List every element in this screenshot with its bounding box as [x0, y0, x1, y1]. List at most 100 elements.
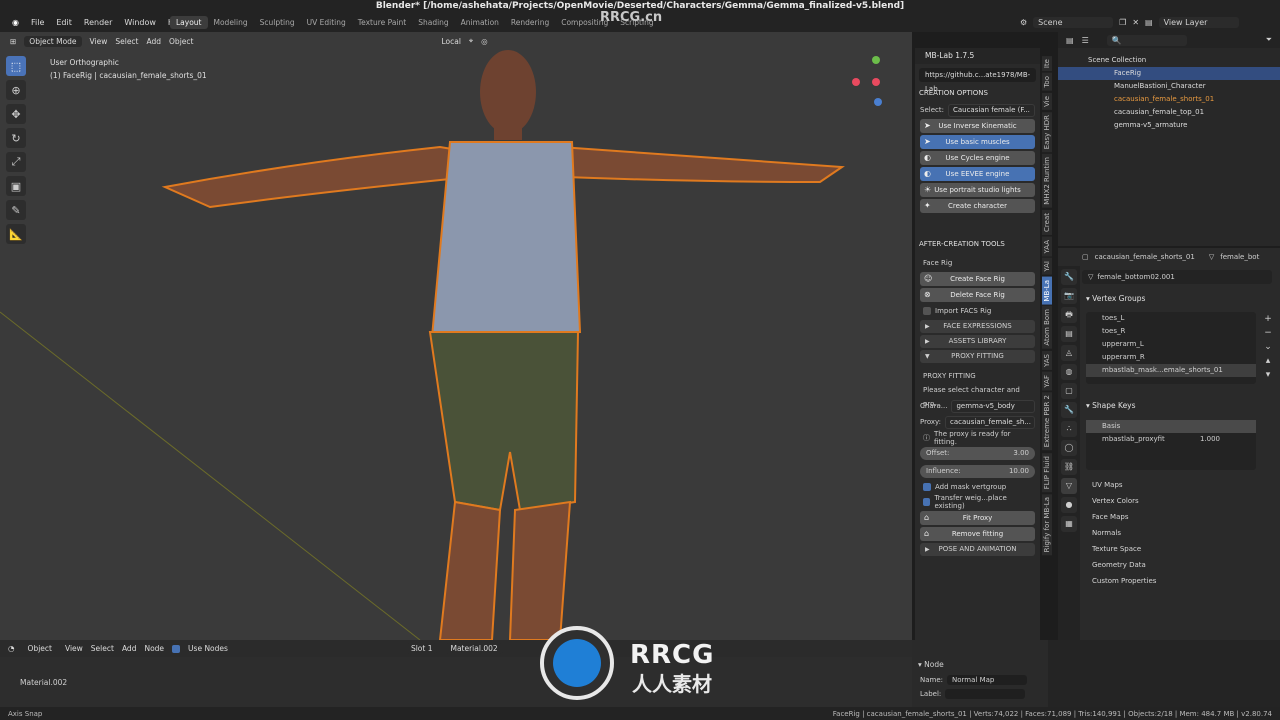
outliner-type-icon[interactable]: ▤: [1066, 36, 1074, 45]
proxy-dropdown[interactable]: cacausian_female_sh...: [945, 415, 1035, 429]
basic-muscles-button[interactable]: ➤ Use basic muscles: [920, 135, 1035, 149]
search-icon[interactable]: 🔍: [1106, 34, 1187, 46]
list-item[interactable]: mbastlab_mask...emale_shorts_01: [1086, 364, 1256, 377]
scale-icon[interactable]: ⤢: [6, 152, 26, 172]
creation-options-header[interactable]: CREATION OPTIONS: [915, 86, 1040, 101]
vp-menu-add[interactable]: Add: [147, 37, 162, 46]
outliner-item-armature[interactable]: gemma-v5_armature: [1058, 119, 1280, 132]
cursor-icon[interactable]: ⊕: [6, 80, 26, 100]
menu-render[interactable]: Render: [78, 18, 118, 27]
add-mask-checkbox[interactable]: Add mask vertgroup: [923, 481, 1032, 493]
texture-space-section[interactable]: Texture Space: [1082, 541, 1280, 557]
tab-mhx2[interactable]: MHX2 Runtim: [1042, 153, 1052, 208]
github-url[interactable]: https://github.c...ate1978/MB-Lab: [919, 68, 1036, 93]
list-item[interactable]: toes_R: [1086, 325, 1256, 338]
render-tab-icon[interactable]: 📷: [1061, 288, 1077, 304]
move-up-icon[interactable]: ▴: [1262, 354, 1274, 368]
character-dropdown[interactable]: Caucasian female (F...: [947, 103, 1035, 117]
tab-rigify-mblab[interactable]: Rigify for MB-La: [1042, 493, 1052, 556]
node-menu-select[interactable]: Select: [91, 644, 114, 653]
menu-file[interactable]: File: [25, 18, 50, 27]
tab-texture-paint[interactable]: Texture Paint: [352, 16, 412, 29]
remove-fitting-button[interactable]: ⌂ Remove fitting: [920, 527, 1035, 541]
orientation-dropdown[interactable]: Local: [441, 37, 460, 46]
chevron-down-icon[interactable]: ⌄: [1262, 340, 1274, 354]
after-creation-header[interactable]: AFTER-CREATION TOOLS: [915, 237, 1040, 252]
outliner-item-shorts[interactable]: cacausian_female_shorts_01: [1058, 93, 1280, 106]
proportional-icon[interactable]: ◎: [481, 37, 488, 46]
tab-shading[interactable]: Shading: [412, 16, 454, 29]
constraints-tab-icon[interactable]: ⛓: [1061, 459, 1077, 475]
object-tab-icon[interactable]: ▢: [1061, 383, 1077, 399]
tab-item[interactable]: Ite: [1042, 56, 1052, 72]
rotate-icon[interactable]: ↻: [6, 128, 26, 148]
move-down-icon[interactable]: ▾: [1262, 368, 1274, 382]
inverse-kinematic-button[interactable]: ➤ Use Inverse Kinematic: [920, 119, 1035, 133]
eevee-engine-button[interactable]: ◐ Use EEVEE engine: [920, 167, 1035, 181]
tab-yaf[interactable]: YAF: [1042, 371, 1052, 391]
tab-animation[interactable]: Animation: [455, 16, 505, 29]
transform-icon[interactable]: ▣: [6, 176, 26, 196]
mesh-data-tab-icon[interactable]: ▽: [1061, 478, 1077, 494]
geometry-data-section[interactable]: Geometry Data: [1082, 557, 1280, 573]
select-icon[interactable]: ⬚: [6, 56, 26, 76]
cycles-engine-button[interactable]: ◐ Use Cycles engine: [920, 151, 1035, 165]
create-face-rig-button[interactable]: ☺ Create Face Rig: [920, 272, 1035, 286]
snap-icon[interactable]: ⌖: [469, 36, 473, 46]
tab-uv-editing[interactable]: UV Editing: [301, 16, 352, 29]
scene-collection[interactable]: Scene Collection: [1058, 54, 1280, 67]
list-item[interactable]: mbastlab_proxyfit 1.000: [1086, 433, 1256, 446]
create-character-button[interactable]: ✦ Create character: [920, 199, 1035, 213]
fit-proxy-button[interactable]: ⌂ Fit Proxy: [920, 511, 1035, 525]
view-layer-tab-icon[interactable]: ▤: [1061, 326, 1077, 342]
node-menu-node[interactable]: Node: [144, 644, 164, 653]
vp-menu-view[interactable]: View: [90, 37, 108, 46]
delete-face-rig-button[interactable]: ⊗ Delete Face Rig: [920, 288, 1035, 302]
transfer-weights-checkbox[interactable]: Transfer weig...place existing): [923, 494, 1032, 510]
list-item[interactable]: Basis: [1086, 420, 1256, 433]
list-item[interactable]: upperarm_R: [1086, 351, 1256, 364]
particles-tab-icon[interactable]: ∴: [1061, 421, 1077, 437]
close-icon[interactable]: ✕: [1132, 18, 1139, 27]
use-nodes-checkbox[interactable]: [172, 644, 181, 653]
material-tab-icon[interactable]: ●: [1061, 497, 1077, 513]
normals-section[interactable]: Normals: [1082, 525, 1280, 541]
tab-modeling[interactable]: Modeling: [208, 16, 254, 29]
offset-field[interactable]: Offset: 3.00: [920, 447, 1035, 460]
tab-layout[interactable]: Layout: [170, 16, 208, 29]
tab-yai[interactable]: YAI: [1042, 258, 1052, 275]
filter-icon[interactable]: ⏷: [1266, 35, 1272, 45]
proxy-fitting-fold[interactable]: ▼ PROXY FITTING: [920, 350, 1035, 363]
tab-rendering[interactable]: Rendering: [505, 16, 555, 29]
view-layer-field[interactable]: View Layer: [1158, 16, 1239, 28]
node-label-field[interactable]: [945, 689, 1026, 699]
world-tab-icon[interactable]: ◍: [1061, 364, 1077, 380]
face-maps-section[interactable]: Face Maps: [1082, 509, 1280, 525]
shape-keys-header[interactable]: ▾ Shape Keys: [1086, 398, 1136, 413]
menu-edit[interactable]: Edit: [50, 18, 78, 27]
annotate-icon[interactable]: ✎: [6, 200, 26, 220]
pose-animation-fold[interactable]: ▶ POSE AND ANIMATION: [920, 543, 1035, 556]
menu-window[interactable]: Window: [118, 18, 162, 27]
node-header[interactable]: ▾ Node: [912, 640, 1048, 669]
measure-icon[interactable]: 📐: [6, 224, 26, 244]
tab-easy-hdr[interactable]: Easy HDR: [1042, 111, 1052, 152]
tab-atom-bomb[interactable]: Atom Bom: [1042, 306, 1052, 349]
mode-dropdown[interactable]: Object Mode: [24, 35, 82, 47]
list-item[interactable]: upperarm_L: [1086, 338, 1256, 351]
editor-type-icon[interactable]: ⊞: [10, 37, 16, 46]
chara-dropdown[interactable]: gemma-v5_body: [951, 399, 1035, 413]
node-menu-add[interactable]: Add: [122, 644, 137, 653]
modifier-tab-icon[interactable]: 🔧: [1061, 402, 1077, 418]
tab-mblab[interactable]: MB-La: [1042, 276, 1052, 305]
tab-sculpting[interactable]: Sculpting: [254, 16, 301, 29]
texture-tab-icon[interactable]: ▦: [1061, 516, 1077, 532]
node-menu-view[interactable]: View: [65, 644, 83, 653]
tab-yas[interactable]: YAS: [1042, 350, 1052, 370]
import-facs-checkbox[interactable]: Import FACS Rig: [923, 305, 1032, 317]
vertex-groups-header[interactable]: ▾ Vertex Groups: [1086, 291, 1145, 306]
tab-tool[interactable]: Too: [1042, 73, 1052, 91]
custom-properties-section[interactable]: Custom Properties: [1082, 573, 1280, 589]
move-icon[interactable]: ✥: [6, 104, 26, 124]
tab-creat[interactable]: Creat: [1042, 209, 1052, 235]
